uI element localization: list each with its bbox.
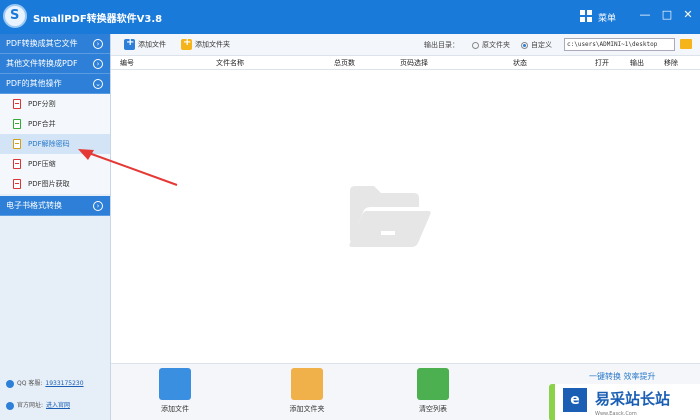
add-folder-big-button[interactable]: 添加文件夹 <box>281 368 333 414</box>
sidebar-item-label: PDF合并 <box>28 120 56 128</box>
site-icon <box>6 401 14 410</box>
category-label: 电子书格式转换 <box>6 201 62 210</box>
watermark: e 易采站长站 Www.Easck.Com <box>555 384 700 420</box>
sidebar-item-label: PDF压缩 <box>28 160 56 168</box>
output-path-input[interactable]: c:\users\ADMINI~1\desktop <box>564 38 675 51</box>
add-folder-icon <box>181 37 192 50</box>
add-file-big-button[interactable]: 添加文件 <box>149 368 201 414</box>
empty-folder-icon[interactable] <box>344 183 432 249</box>
pdf-file-icon <box>13 139 21 149</box>
slogan-text: 一键转换 效率提升 <box>589 372 656 381</box>
qq-label: QQ 客服: <box>17 380 43 387</box>
radio-icon <box>472 41 479 49</box>
chevron-right-icon: › <box>93 59 103 69</box>
close-button[interactable]: ✕ <box>681 8 695 22</box>
sidebar-item-label: PDF分割 <box>28 100 56 108</box>
clear-list-icon <box>417 368 449 400</box>
maximize-button[interactable]: □ <box>660 8 674 22</box>
radio-label: 原文件夹 <box>482 41 510 49</box>
col-header: 移除 <box>664 59 678 67</box>
qq-icon <box>6 379 14 388</box>
qq-link[interactable]: 1933175230 <box>45 380 83 387</box>
sidebar-item-pdf-split[interactable]: PDF分割 <box>0 94 110 114</box>
file-table-header: 编号 文件名称 总页数 页码选择 状态 打开 输出 移除 <box>111 56 700 70</box>
pdf-file-icon <box>13 99 21 109</box>
site-link[interactable]: 进入官网 <box>46 402 70 409</box>
col-header: 页码选择 <box>400 59 428 67</box>
pdf-file-icon <box>13 159 21 169</box>
app-title: SmallPDF转换器软件V3.8 <box>33 14 163 25</box>
folder-icon[interactable] <box>680 39 692 49</box>
chevron-right-icon: › <box>93 39 103 49</box>
clear-list-label: 清空列表 <box>419 405 447 413</box>
watermark-url: Www.Easck.Com <box>595 411 637 417</box>
category-label: PDF转换成其它文件 <box>6 39 78 48</box>
watermark-text: 易采站长站 <box>595 390 671 408</box>
menu-grid-icon[interactable] <box>580 10 592 22</box>
category-label: 其他文件转换成PDF <box>6 59 78 68</box>
add-file-icon <box>124 37 135 50</box>
site-line: 官方网址: 进入官网 <box>6 400 70 410</box>
clear-list-button[interactable]: 清空列表 <box>407 368 459 414</box>
chevron-down-icon: ⌄ <box>93 79 103 89</box>
sidebar-contact: QQ 客服: 1933175230 官方网址: 进入官网 <box>0 372 111 420</box>
chevron-right-icon: › <box>93 201 103 211</box>
add-file-label: 添加文件 <box>161 405 189 413</box>
menu-button[interactable]: 菜单 <box>598 11 616 24</box>
radio-selected-icon <box>521 41 528 49</box>
sidebar-category-pdf-other-ops[interactable]: PDF的其他操作 ⌄ <box>0 74 110 94</box>
col-header: 打开 <box>595 59 609 67</box>
add-file-label: 添加文件 <box>138 40 166 49</box>
add-folder-label: 添加文件夹 <box>289 405 325 413</box>
sidebar-category-ebook[interactable]: 电子书格式转换 › <box>0 196 110 216</box>
add-folder-toolbar-button[interactable]: 添加文件夹 <box>181 37 230 50</box>
sidebar-item-pdf-merge[interactable]: PDF合并 <box>0 114 110 134</box>
col-header: 总页数 <box>334 59 355 67</box>
sidebar-category-other-to-pdf[interactable]: 其他文件转换成PDF › <box>0 54 110 74</box>
sidebar-category-pdf-to-other[interactable]: PDF转换成其它文件 › <box>0 34 110 54</box>
col-header: 状态 <box>513 59 527 67</box>
category-label: PDF的其他操作 <box>6 79 62 88</box>
add-folder-icon <box>291 368 323 400</box>
radio-custom[interactable]: 自定义 <box>521 40 552 50</box>
pdf-file-icon <box>13 119 21 129</box>
col-header: 文件名称 <box>216 59 244 67</box>
minimize-button[interactable]: — <box>638 8 652 22</box>
add-file-icon <box>159 368 191 400</box>
annotation-arrow <box>78 149 178 186</box>
app-logo-icon: S <box>3 4 27 28</box>
col-header: 输出 <box>630 59 644 67</box>
add-file-toolbar-button[interactable]: 添加文件 <box>124 37 166 50</box>
col-header: 编号 <box>120 59 134 67</box>
radio-label: 自定义 <box>531 41 552 49</box>
toolbar: 添加文件 添加文件夹 输出目录： 原文件夹 自定义 c:\users\ADMIN… <box>111 34 700 56</box>
pdf-file-icon <box>13 179 21 189</box>
radio-original-folder[interactable]: 原文件夹 <box>472 40 510 50</box>
qq-line: QQ 客服: 1933175230 <box>6 378 84 388</box>
site-label: 官方网址: <box>17 402 44 409</box>
output-dir-label: 输出目录： <box>424 41 459 49</box>
title-bar: S SmallPDF转换器软件V3.8 菜单 — □ ✕ <box>0 0 700 34</box>
sidebar: PDF转换成其它文件 › 其他文件转换成PDF › PDF的其他操作 ⌄ PDF… <box>0 34 111 420</box>
watermark-logo-icon: e <box>563 388 587 412</box>
add-folder-label: 添加文件夹 <box>195 40 230 49</box>
